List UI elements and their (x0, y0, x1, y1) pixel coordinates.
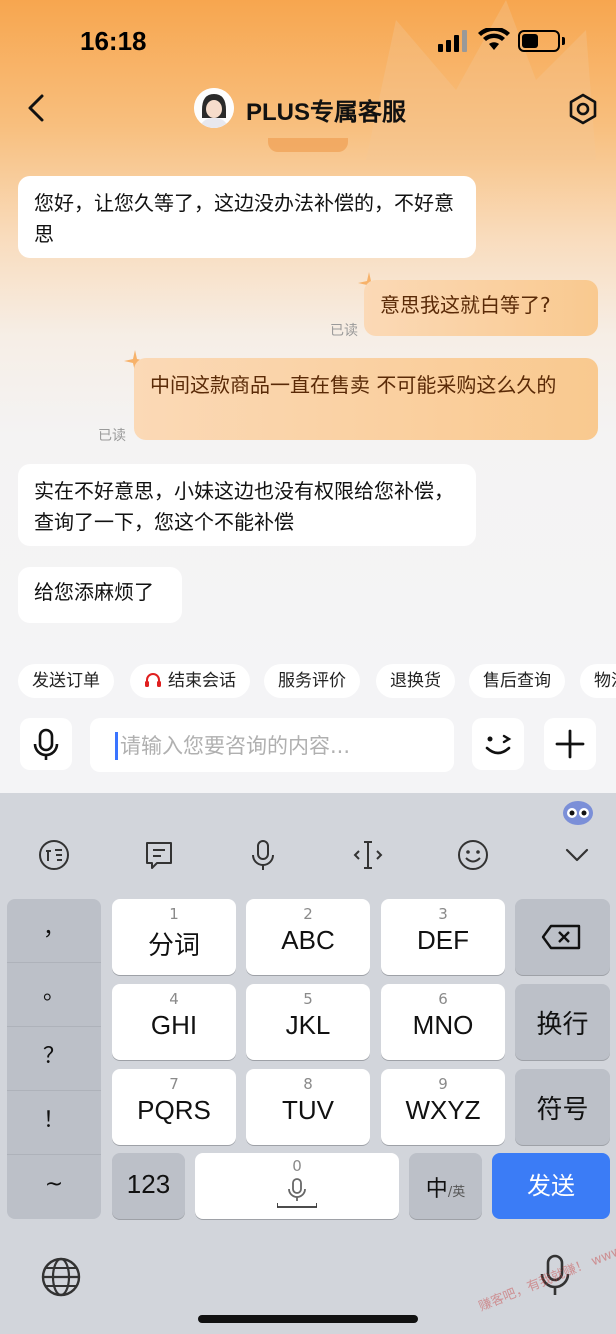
message-text: 意思我这就白等了? (380, 293, 551, 317)
quick-actions-bar: 发送订单 结束会话 服务评价 退换货 售后查询 物流 (0, 664, 616, 698)
read-receipt: 已读 (98, 428, 126, 444)
message-outgoing: 意思我这就白等了? (364, 280, 598, 336)
back-arrow-icon[interactable] (18, 88, 58, 128)
quick-action-logistics[interactable]: 物流 (580, 664, 616, 698)
newline-key[interactable]: 换行 (515, 984, 610, 1060)
header-tab-handle (268, 138, 348, 152)
quick-action-rate-service[interactable]: 服务评价 (264, 664, 360, 698)
key-1[interactable]: 1 分词 (112, 899, 236, 975)
cursor-move-icon[interactable] (350, 837, 386, 873)
voice-icon[interactable] (245, 837, 281, 873)
space-mic-icon (277, 1178, 317, 1208)
key-3[interactable]: 3 DEF (381, 899, 505, 975)
punct-key[interactable]: ？ (7, 1027, 101, 1091)
page-title: PLUS专属客服 (246, 99, 407, 126)
home-indicator[interactable] (198, 1315, 418, 1323)
quick-action-return-exchange[interactable]: 退换货 (376, 664, 455, 698)
message-incoming: 给您添麻烦了 (18, 567, 182, 623)
voice-input-button[interactable] (20, 718, 72, 770)
text-bubble-icon[interactable] (141, 837, 177, 873)
lang-sub-label: /英 (447, 1185, 466, 1200)
punct-key[interactable]: 。 (7, 963, 101, 1027)
globe-icon[interactable] (40, 1256, 82, 1298)
numbers-switch-key[interactable]: 123 (112, 1153, 185, 1219)
quick-action-aftersale-query[interactable]: 售后查询 (469, 664, 565, 698)
message-input[interactable]: 请输入您要咨询的内容... (90, 718, 454, 772)
read-receipt: 已读 (330, 323, 358, 339)
text-caret (115, 732, 118, 760)
message-text: 实在不好意思，小妹这边也没有权限给您补偿，查询了一下，您这个不能补偿 (34, 479, 454, 534)
punctuation-column: ， 。 ？ ！ ~ (7, 899, 101, 1219)
xunfei-logo-icon[interactable] (36, 837, 72, 873)
emoji-button[interactable] (472, 718, 524, 770)
chevron-down-icon[interactable] (559, 837, 595, 873)
more-actions-button[interactable] (544, 718, 596, 770)
key-4[interactable]: 4 GHI (112, 984, 236, 1060)
message-text: 您好，让您久等了，这边没办法补偿的，不好意思 (34, 191, 454, 246)
symbols-key[interactable]: 符号 (515, 1069, 610, 1145)
key-9[interactable]: 9 WXYZ (381, 1069, 505, 1145)
wink-face-icon (485, 734, 512, 755)
message-outgoing: 中间这款商品一直在售卖 不可能采购这么久的 (134, 358, 598, 440)
key-6[interactable]: 6 MNO (381, 984, 505, 1060)
wifi-icon (478, 28, 510, 50)
agent-avatar (194, 88, 234, 128)
backspace-icon (541, 924, 581, 950)
lang-main-label: 中 (425, 1177, 448, 1202)
keyboard: ， 。 ？ ！ ~ 1 分词 2 ABC 3 DEF 4 GHI 5 JKL 6 MNO 换… (0, 793, 616, 1334)
battery-icon (518, 30, 560, 52)
message-text: 中间这款商品一直在售卖 不可能采购这么久的 (150, 373, 557, 397)
keyboard-assistant-icon[interactable] (562, 798, 594, 826)
backspace-key[interactable] (515, 899, 610, 975)
microphone-icon (33, 728, 59, 760)
plus-icon (555, 729, 585, 759)
punct-key[interactable]: ~ (7, 1155, 101, 1219)
send-button[interactable]: 发送 (492, 1153, 610, 1219)
message-text: 给您添麻烦了 (34, 580, 154, 604)
battery-cap (562, 37, 565, 45)
key-7[interactable]: 7 PQRS (112, 1069, 236, 1145)
signal-icon (438, 30, 467, 52)
message-incoming: 实在不好意思，小妹这边也没有权限给您补偿，查询了一下，您这个不能补偿 (18, 464, 476, 546)
quick-action-label: 结束会话 (168, 671, 236, 691)
key-5[interactable]: 5 JKL (246, 984, 370, 1060)
emoji-smile-icon[interactable] (455, 837, 491, 873)
key-2[interactable]: 2 ABC (246, 899, 370, 975)
punct-key[interactable]: ！ (7, 1091, 101, 1155)
punct-key[interactable]: ， (7, 899, 101, 963)
status-bar: 16:18 (0, 0, 616, 80)
headset-icon (145, 673, 161, 687)
language-switch-key[interactable]: 中/英 (409, 1153, 482, 1219)
key-8[interactable]: 8 TUV (246, 1069, 370, 1145)
quick-action-send-order[interactable]: 发送订单 (18, 664, 114, 698)
input-placeholder: 请输入您要咨询的内容... (120, 734, 351, 758)
quick-action-end-session[interactable]: 结束会话 (130, 664, 250, 698)
status-time: 16:18 (80, 26, 147, 56)
message-incoming: 您好，让您久等了，这边没办法补偿的，不好意思 (18, 176, 476, 258)
space-key[interactable]: 0 (195, 1153, 399, 1219)
settings-hexagon-icon[interactable] (566, 92, 600, 126)
